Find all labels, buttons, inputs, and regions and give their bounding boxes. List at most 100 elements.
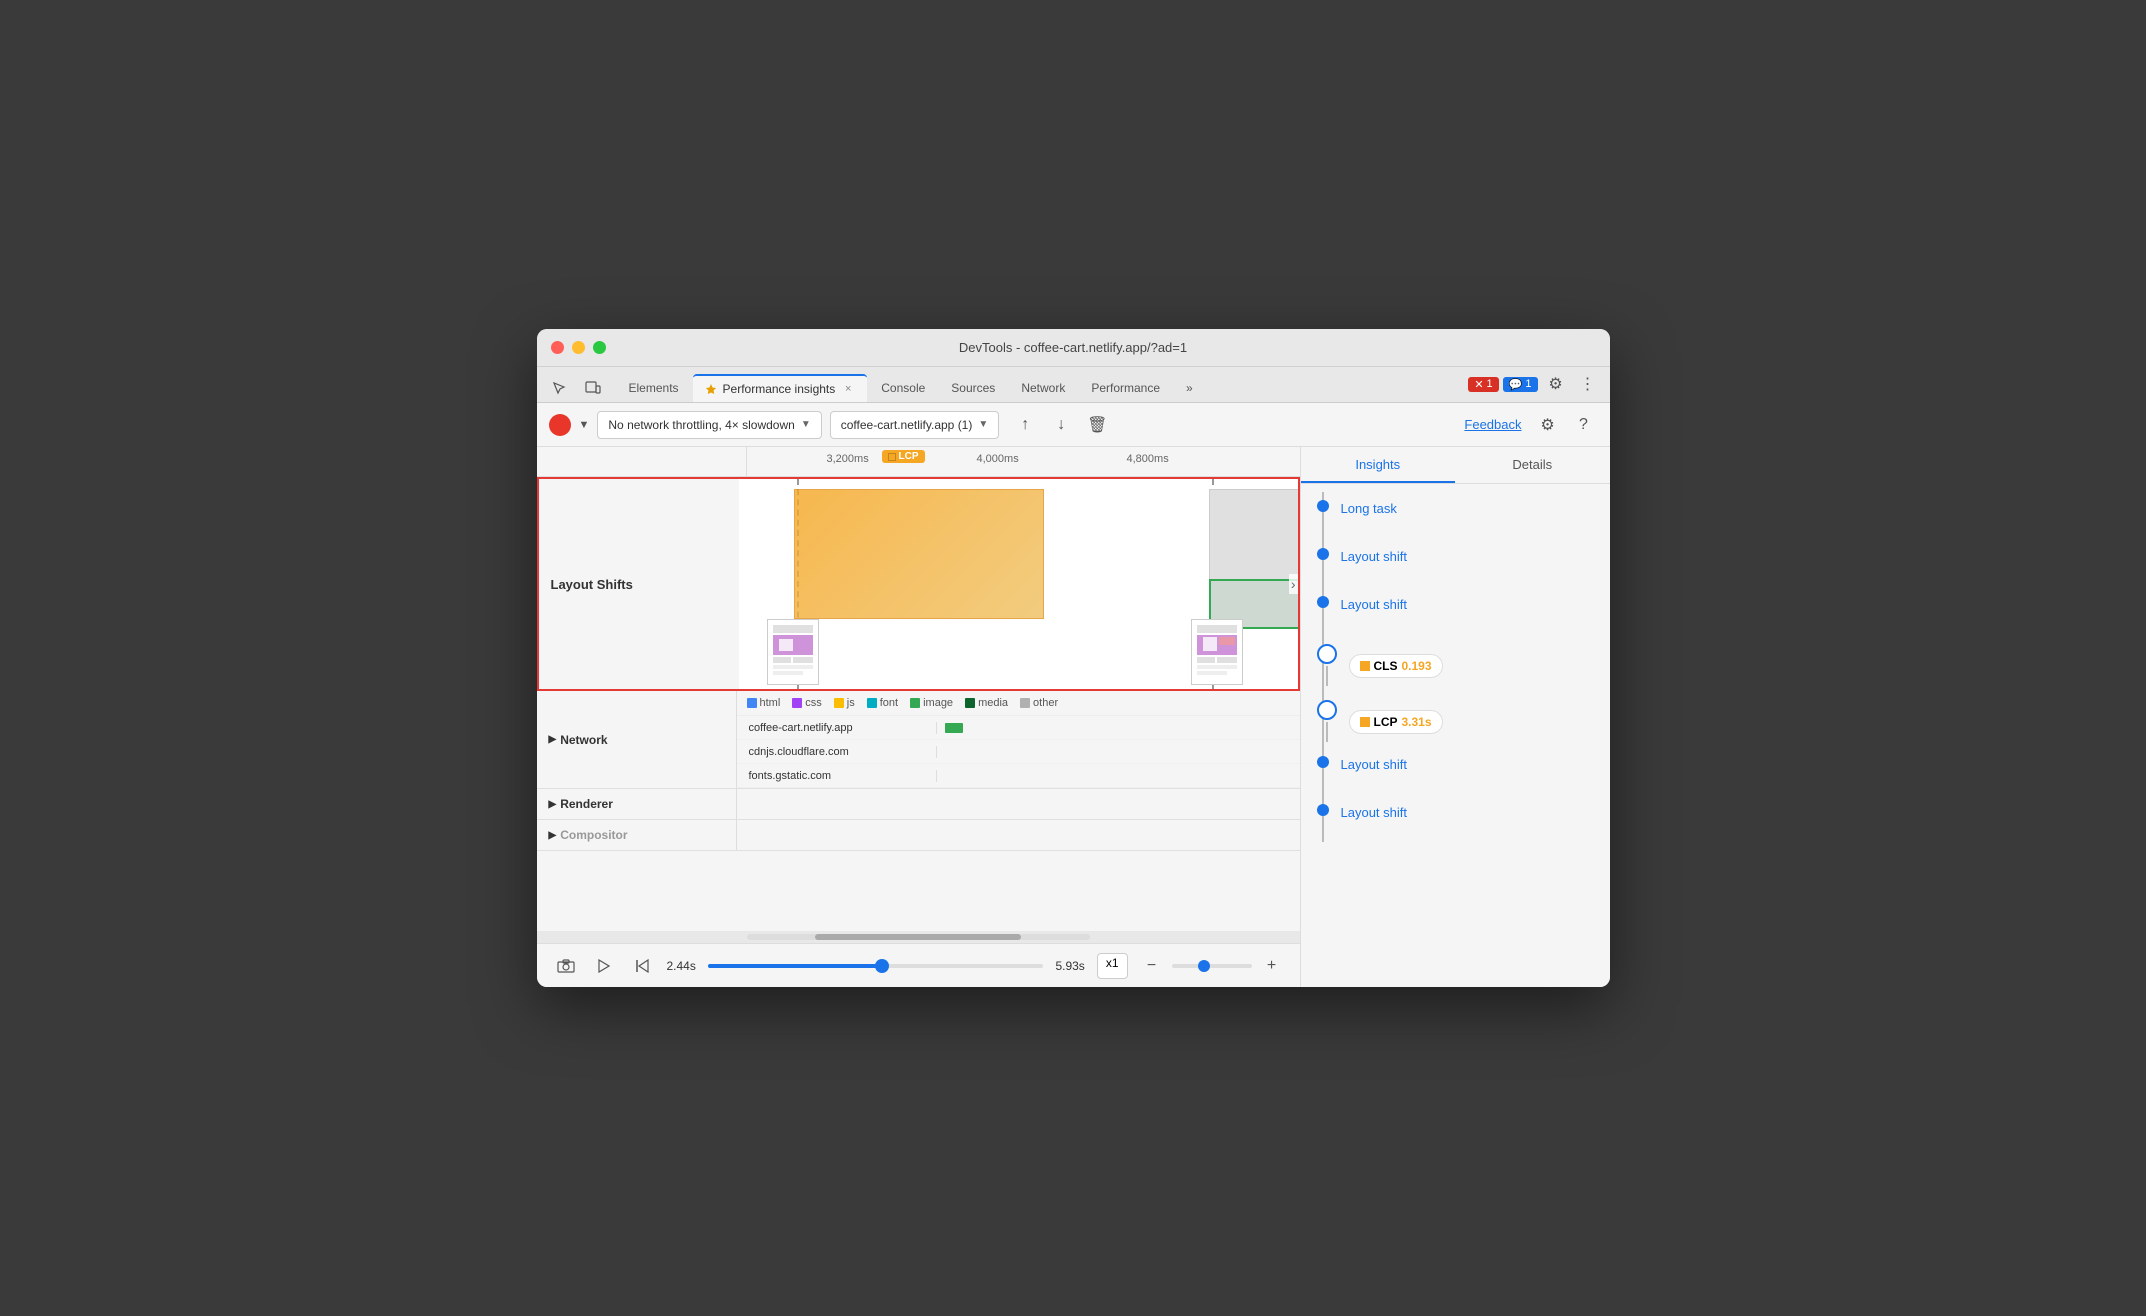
device-icon[interactable] bbox=[579, 374, 607, 402]
playback-slider-container[interactable] bbox=[708, 964, 1044, 968]
item-content-cls: CLS 0.193 bbox=[1349, 654, 1594, 678]
scrollbar-track[interactable] bbox=[747, 934, 1090, 940]
insights-tabs: Insights Details bbox=[1301, 447, 1610, 484]
tab-insights[interactable]: Insights bbox=[1301, 447, 1456, 483]
scrollbar-thumb[interactable] bbox=[815, 934, 1021, 940]
zoom-slider-container[interactable] bbox=[1172, 964, 1252, 968]
timeline-item-layout-shift-4: Layout shift bbox=[1317, 804, 1594, 822]
layout-shift-4-link[interactable]: Layout shift bbox=[1341, 805, 1408, 820]
target-select[interactable]: coffee-cart.netlify.app (1) ▼ bbox=[830, 411, 1000, 439]
window-title: DevTools - coffee-cart.netlify.app/?ad=1 bbox=[959, 340, 1187, 355]
layout-shifts-content[interactable]: › bbox=[739, 479, 1298, 689]
delete-icon[interactable]: 🗑 bbox=[1083, 411, 1111, 439]
network-row-1[interactable]: coffee-cart.netlify.app bbox=[737, 716, 1300, 740]
network-throttle-select[interactable]: No network throttling, 4× slowdown ▼ bbox=[597, 411, 821, 439]
compositor-label: ▶ Compositor bbox=[537, 820, 737, 850]
compositor-section: ▶ Compositor bbox=[537, 820, 1300, 851]
cursor-icon[interactable] bbox=[545, 374, 573, 402]
error-badge[interactable]: ✕1 bbox=[1468, 377, 1498, 392]
minimize-button[interactable] bbox=[572, 341, 585, 354]
message-badge[interactable]: 💬1 bbox=[1503, 377, 1538, 392]
throttle-arrow-icon: ▼ bbox=[801, 419, 811, 430]
right-panel: Insights Details bbox=[1300, 447, 1610, 987]
tab-close-button[interactable]: × bbox=[841, 382, 855, 396]
line-3 bbox=[1322, 610, 1324, 630]
compositor-expand-icon[interactable]: ▶ bbox=[549, 830, 557, 841]
item-content-ls2: Layout shift bbox=[1341, 596, 1594, 614]
speed-select[interactable]: x1 bbox=[1097, 953, 1128, 979]
renderer-section: ▶ Renderer bbox=[537, 789, 1300, 820]
time-start: 2.44s bbox=[667, 959, 696, 973]
network-rows: coffee-cart.netlify.app cdnjs.cloudflare… bbox=[737, 716, 1300, 788]
renderer-content bbox=[737, 789, 1300, 819]
item-content-lcp: LCP 3.31s bbox=[1349, 710, 1594, 734]
help-icon[interactable]: ? bbox=[1570, 411, 1598, 439]
zoom-thumb[interactable] bbox=[1198, 960, 1210, 972]
layout-shifts-section: Layout Shifts bbox=[537, 477, 1300, 691]
long-task-link[interactable]: Long task bbox=[1341, 501, 1397, 516]
scroll-right-arrow[interactable]: › bbox=[1289, 574, 1298, 594]
timeline-item-layout-shift-2: Layout shift bbox=[1317, 596, 1594, 632]
maximize-button[interactable] bbox=[593, 341, 606, 354]
layout-shift-1-link[interactable]: Layout shift bbox=[1341, 549, 1408, 564]
network-expand-icon[interactable]: ▶ bbox=[549, 734, 557, 745]
skip-to-start-icon[interactable] bbox=[629, 953, 655, 979]
target-arrow-icon: ▼ bbox=[978, 419, 988, 430]
renderer-label: ▶ Renderer bbox=[537, 789, 737, 819]
record-dropdown[interactable]: ▼ bbox=[579, 419, 590, 431]
settings-gear-icon[interactable]: ⚙ bbox=[1534, 411, 1562, 439]
zoom-slider[interactable] bbox=[1172, 964, 1252, 968]
dot-lcp bbox=[1317, 700, 1337, 720]
tab-performance[interactable]: Performance bbox=[1079, 374, 1172, 402]
timeline-header: 3,200ms 4,000ms 4,800ms LCP bbox=[537, 447, 1300, 477]
tab-network[interactable]: Network bbox=[1009, 374, 1077, 402]
legend-other: other bbox=[1020, 697, 1058, 709]
layout-shift-2-link[interactable]: Layout shift bbox=[1341, 597, 1408, 612]
legend-html: html bbox=[747, 697, 781, 709]
upload-icon[interactable]: ↑ bbox=[1011, 411, 1039, 439]
main-content: 3,200ms 4,000ms 4,800ms LCP Layout Shift… bbox=[537, 447, 1610, 987]
feedback-link[interactable]: Feedback bbox=[1464, 417, 1521, 432]
lcp-badge-square bbox=[1360, 717, 1370, 727]
playback-slider[interactable] bbox=[708, 964, 1044, 968]
timeline-sections: Layout Shifts bbox=[537, 477, 1300, 931]
network-label: ▶ Network bbox=[537, 691, 737, 788]
zoom-in-icon[interactable]: + bbox=[1260, 954, 1284, 978]
network-row-2-content bbox=[937, 740, 1300, 763]
tab-console[interactable]: Console bbox=[869, 374, 937, 402]
left-panel: 3,200ms 4,000ms 4,800ms LCP Layout Shift… bbox=[537, 447, 1300, 987]
screenshot-toggle-icon[interactable] bbox=[553, 953, 579, 979]
close-button[interactable] bbox=[551, 341, 564, 354]
layout-shift-3-link[interactable]: Layout shift bbox=[1341, 757, 1408, 772]
layout-shifts-visualization[interactable]: › bbox=[739, 479, 1298, 689]
dot-1 bbox=[1317, 500, 1329, 512]
tab-bar: Elements Performance insights × Console … bbox=[537, 367, 1610, 403]
time-mark-1: 3,200ms bbox=[827, 453, 869, 465]
playback-thumb[interactable] bbox=[875, 959, 889, 973]
timeline-marks: 3,200ms 4,000ms 4,800ms LCP bbox=[747, 447, 1300, 476]
tab-elements[interactable]: Elements bbox=[617, 374, 691, 402]
settings-icon[interactable]: ⚙ bbox=[1542, 370, 1570, 398]
shift-block-orange[interactable] bbox=[794, 489, 1044, 619]
time-mark-3: 4,800ms bbox=[1127, 453, 1169, 465]
tab-details[interactable]: Details bbox=[1455, 447, 1610, 483]
menu-dots-icon[interactable]: ⋮ bbox=[1574, 370, 1602, 398]
item-content-ls4: Layout shift bbox=[1341, 804, 1594, 822]
lcp-badge-pill[interactable]: LCP 3.31s bbox=[1349, 710, 1443, 734]
network-row-2[interactable]: cdnjs.cloudflare.com bbox=[737, 740, 1300, 764]
tab-more[interactable]: » bbox=[1174, 374, 1205, 402]
dot-container-cls bbox=[1317, 644, 1337, 688]
network-row-3[interactable]: fonts.gstatic.com bbox=[737, 764, 1300, 788]
tab-performance-insights[interactable]: Performance insights × bbox=[693, 374, 868, 402]
thumbnail-2[interactable] bbox=[1191, 619, 1243, 685]
zoom-out-icon[interactable]: − bbox=[1140, 954, 1164, 978]
renderer-expand-icon[interactable]: ▶ bbox=[549, 799, 557, 810]
cls-badge[interactable]: CLS 0.193 bbox=[1349, 654, 1443, 678]
insights-timeline: Long task Layout shift bbox=[1301, 492, 1610, 842]
download-icon[interactable]: ↓ bbox=[1047, 411, 1075, 439]
record-button[interactable] bbox=[549, 414, 571, 436]
thumbnail-1[interactable] bbox=[767, 619, 819, 685]
tab-sources[interactable]: Sources bbox=[939, 374, 1007, 402]
play-button[interactable] bbox=[591, 953, 617, 979]
line-lcp bbox=[1326, 722, 1328, 742]
